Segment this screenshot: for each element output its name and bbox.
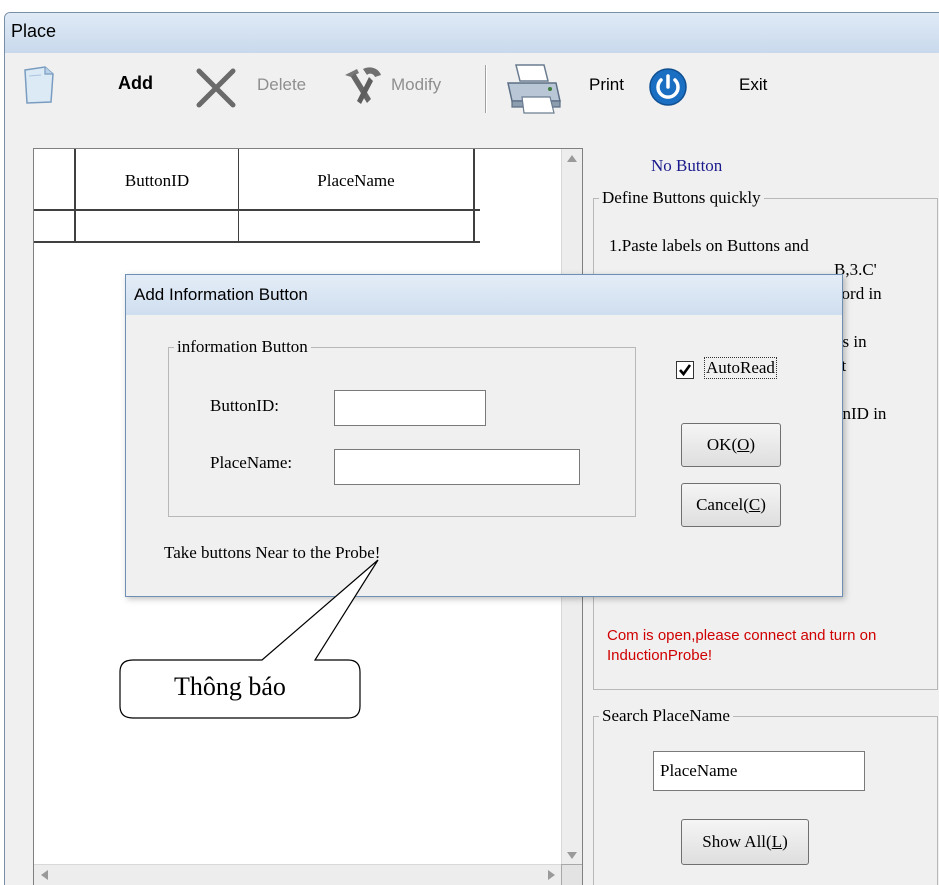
horizontal-scrollbar[interactable] (34, 864, 562, 885)
table-row[interactable] (34, 211, 480, 243)
cancel-button[interactable]: Cancel(C) (681, 483, 781, 527)
exit-button[interactable]: Exit (739, 75, 767, 95)
cancel-tail: ) (760, 495, 766, 514)
show-all-hotkey: L (771, 832, 783, 851)
scroll-right-icon[interactable] (547, 869, 557, 881)
buttonid-field[interactable] (334, 390, 486, 426)
printer-icon[interactable] (502, 61, 564, 115)
cancel-hotkey: C (748, 495, 761, 514)
cell-placename[interactable] (239, 211, 475, 243)
dialog-hint: Take buttons Near to the Probe! (164, 543, 381, 562)
placename-label: PlaceName: (210, 453, 293, 472)
column-header-placename[interactable]: PlaceName (239, 149, 475, 211)
ok-button[interactable]: OK(O) (681, 423, 781, 467)
delete-button[interactable]: Delete (257, 75, 306, 95)
dialog-title: Add Information Button (134, 285, 308, 304)
show-all-label: Show All( (702, 832, 772, 851)
power-icon[interactable] (648, 67, 688, 107)
instruction-line: 1.Paste labels on Buttons and (609, 236, 809, 255)
autoread-label[interactable]: AutoRead (704, 357, 777, 379)
print-button[interactable]: Print (589, 75, 624, 95)
scroll-left-icon[interactable] (39, 869, 49, 881)
cell-buttonid[interactable] (76, 211, 239, 243)
delete-icon[interactable] (193, 65, 239, 109)
ok-tail: ) (749, 435, 756, 454)
add-button[interactable]: Add (118, 73, 153, 94)
information-group-label: information Button (174, 337, 311, 357)
toolbar: Add Delete Modify Print Exit (5, 53, 939, 131)
modify-button[interactable]: Modify (391, 75, 441, 95)
status-label: No Button (651, 156, 723, 175)
title-bar: Place (5, 13, 939, 53)
scrollbar-corner (561, 864, 582, 885)
search-group-label: Search PlaceName (599, 706, 733, 726)
show-all-tail: ) (782, 832, 788, 851)
autoread-checkbox[interactable] (676, 361, 694, 379)
ok-hotkey: O (737, 435, 750, 454)
callout-text: Thông báo (174, 672, 286, 701)
search-input-value: PlaceName (660, 761, 738, 780)
grid-header-row: ButtonID PlaceName (34, 149, 480, 211)
row-selector[interactable] (34, 211, 76, 243)
window-title: Place (11, 21, 57, 41)
ok-label: OK( (706, 435, 738, 454)
cancel-label: Cancel( (696, 495, 749, 514)
modify-icon[interactable] (341, 63, 387, 109)
buttonid-label: ButtonID: (210, 396, 279, 415)
checkmark-icon (679, 364, 692, 377)
information-group (168, 347, 636, 517)
placename-field[interactable] (334, 449, 580, 485)
row-header-cell (34, 149, 76, 211)
add-icon[interactable] (19, 64, 59, 106)
add-information-dialog: Add Information Button information Butto… (125, 274, 843, 597)
com-status-message: Com is open,please connect and turn on I… (607, 627, 877, 664)
scroll-up-icon[interactable] (566, 153, 578, 163)
dialog-title-bar: Add Information Button (126, 275, 842, 315)
search-input[interactable]: PlaceName (653, 751, 865, 791)
scroll-down-icon[interactable] (566, 851, 578, 861)
show-all-button[interactable]: Show All(L) (681, 819, 809, 865)
column-header-buttonid[interactable]: ButtonID (76, 149, 239, 211)
define-group-label: Define Buttons quickly (599, 188, 764, 208)
toolbar-separator (485, 65, 487, 113)
place-window: Place Add Delete Modify Print Exit Butto… (4, 12, 939, 885)
